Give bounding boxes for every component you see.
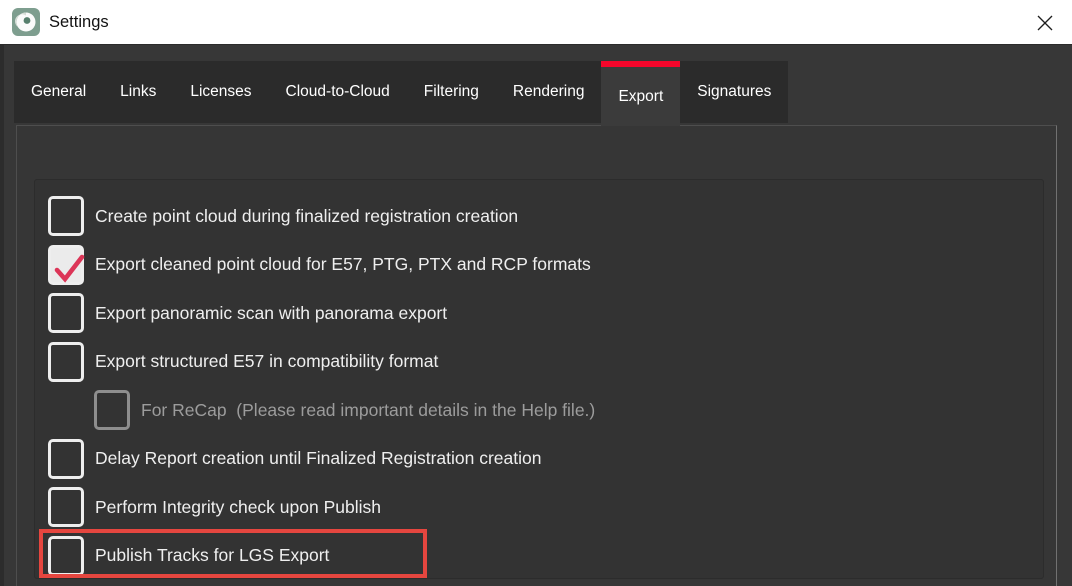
- option-label: Export structured E57 in compatibility f…: [95, 351, 438, 372]
- option-export-structured-e57: Export structured E57 in compatibility f…: [48, 338, 1043, 387]
- checkbox-export-panoramic-scan[interactable]: [48, 293, 84, 333]
- option-for-recap: For ReCap (Please read important details…: [94, 386, 1043, 435]
- close-button[interactable]: [1028, 7, 1062, 39]
- window-left-edge: [0, 45, 4, 586]
- checkbox-delay-report-creation[interactable]: [48, 439, 84, 479]
- cyclone-logo-icon: [12, 8, 40, 36]
- checkbox-create-point-cloud[interactable]: [48, 196, 84, 236]
- option-label: Create point cloud during finalized regi…: [95, 206, 518, 227]
- checkbox-export-structured-e57[interactable]: [48, 342, 84, 382]
- tab-label: Export: [618, 88, 663, 106]
- checkmark-icon: [49, 247, 89, 289]
- tab-signatures[interactable]: Signatures: [680, 61, 788, 123]
- option-label: Export cleaned point cloud for E57, PTG,…: [95, 254, 591, 275]
- tab-rendering[interactable]: Rendering: [496, 61, 602, 123]
- tab-label: Signatures: [697, 83, 771, 101]
- tab-filtering[interactable]: Filtering: [407, 61, 496, 123]
- option-export-cleaned-point-cloud: Export cleaned point cloud for E57, PTG,…: [48, 241, 1043, 290]
- checkbox-export-cleaned-point-cloud[interactable]: [48, 245, 84, 285]
- tab-export[interactable]: Export: [601, 61, 680, 126]
- option-label: For ReCap (Please read important details…: [141, 400, 595, 421]
- option-delay-report-creation: Delay Report creation until Finalized Re…: [48, 435, 1043, 484]
- checkbox-perform-integrity-check[interactable]: [48, 487, 84, 527]
- option-label: Delay Report creation until Finalized Re…: [95, 448, 541, 469]
- tab-label: Cloud-to-Cloud: [286, 83, 390, 101]
- tab-links[interactable]: Links: [103, 61, 173, 123]
- option-perform-integrity-check: Perform Integrity check upon Publish: [48, 483, 1043, 532]
- option-publish-tracks-lgs: Publish Tracks for LGS Export: [48, 532, 1043, 581]
- tab-label: Links: [120, 83, 156, 101]
- option-label: Publish Tracks for LGS Export: [95, 545, 329, 566]
- window-title: Settings: [49, 13, 109, 32]
- tab-label: Rendering: [513, 83, 585, 101]
- option-label: Perform Integrity check upon Publish: [95, 497, 381, 518]
- tab-licenses[interactable]: Licenses: [173, 61, 268, 123]
- option-create-point-cloud: Create point cloud during finalized regi…: [48, 192, 1043, 241]
- export-settings-panel: Create point cloud during finalized regi…: [16, 125, 1057, 586]
- settings-tab-bar: General Links Licenses Cloud-to-Cloud Fi…: [14, 61, 788, 123]
- export-options-group: Create point cloud during finalized regi…: [34, 179, 1044, 579]
- option-label: Export panoramic scan with panorama expo…: [95, 303, 447, 324]
- option-export-panoramic-scan: Export panoramic scan with panorama expo…: [48, 289, 1043, 338]
- tab-label: General: [31, 83, 86, 101]
- close-icon: [1035, 13, 1055, 33]
- tab-cloud-to-cloud[interactable]: Cloud-to-Cloud: [269, 61, 407, 123]
- tab-label: Licenses: [190, 83, 251, 101]
- checkbox-publish-tracks-lgs[interactable]: [48, 536, 84, 576]
- tab-general[interactable]: General: [14, 61, 103, 123]
- title-bar: Settings: [0, 0, 1072, 45]
- checkbox-for-recap: [94, 390, 130, 430]
- tab-label: Filtering: [424, 83, 479, 101]
